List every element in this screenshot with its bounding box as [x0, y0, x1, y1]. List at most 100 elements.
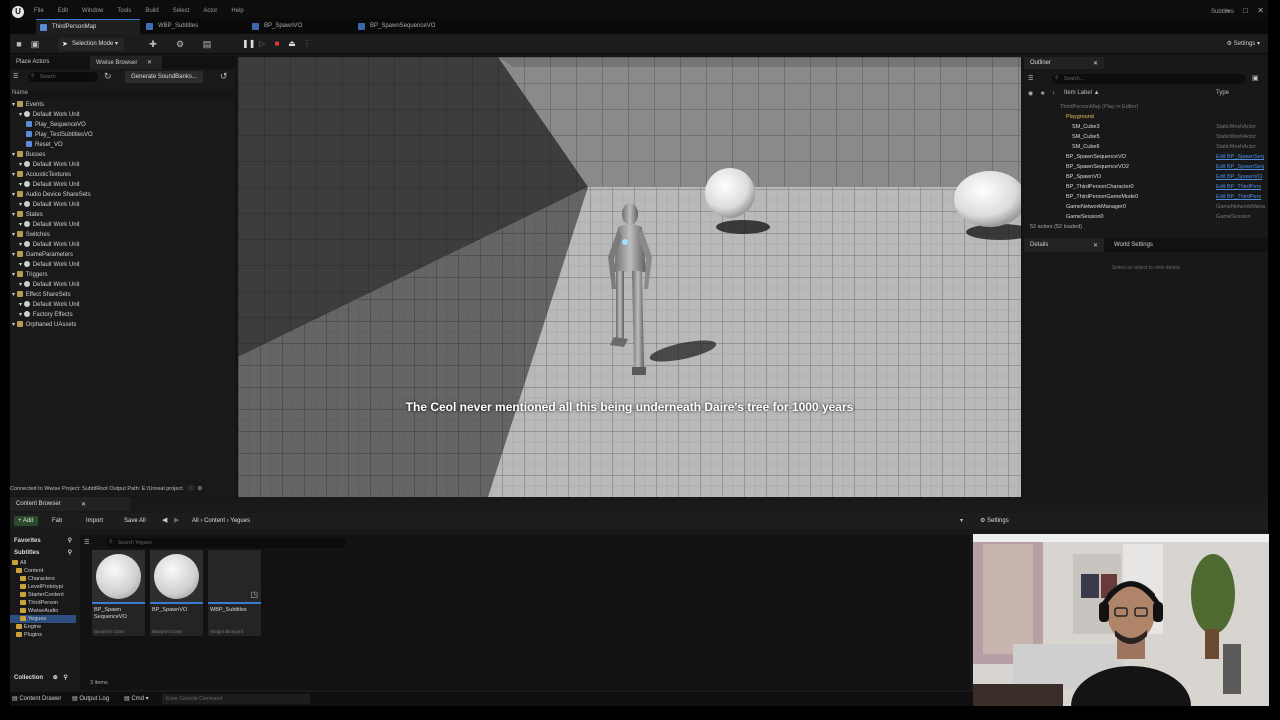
output-log-button[interactable]: ▤ Output Log: [72, 695, 109, 702]
tree-item[interactable]: ▾ Default Work Unit: [10, 280, 235, 290]
generate-soundbanks-button[interactable]: Generate SoundBanks...: [125, 71, 203, 83]
expand-arrow-icon[interactable]: ▾: [12, 192, 17, 198]
tree-item[interactable]: ▾ Busses: [10, 150, 235, 160]
filter-icon[interactable]: ☰: [13, 73, 18, 80]
tree-item[interactable]: ▾ Audio Device ShareSets: [10, 190, 235, 200]
chevron-down-icon[interactable]: ▾: [960, 517, 963, 524]
pause-icon[interactable]: ❚❚: [242, 38, 255, 50]
tree-item[interactable]: ▾ Default Work Unit: [10, 200, 235, 210]
edit-blueprint-link[interactable]: Edit BP_SpawnSeq: [1216, 152, 1264, 162]
edit-blueprint-link[interactable]: Edit BP_ThirdPers: [1216, 192, 1261, 202]
outliner-row[interactable]: SM_Cube5 StaticMeshActor: [1024, 132, 1268, 142]
tree-item[interactable]: ▾ Default Work Unit: [10, 110, 235, 120]
tree-item[interactable]: ▾ Triggers: [10, 270, 235, 280]
folder-item[interactable]: LevelPrototypi: [10, 583, 76, 591]
item-label-column[interactable]: Item Label ▲: [1064, 90, 1100, 96]
add-button[interactable]: + Add: [14, 516, 38, 526]
folder-item[interactable]: StarterContent: [10, 591, 76, 599]
outliner-row[interactable]: GameNetworkManager0 GameNetworkMana: [1024, 202, 1268, 212]
outliner-row[interactable]: BP_SpawnSequenceVO2 Edit BP_SpawnSeq: [1024, 162, 1268, 172]
close-tab-icon[interactable]: ✕: [81, 501, 86, 508]
asset-search-input[interactable]: ⚲ Search Yegues: [106, 538, 346, 548]
console-input[interactable]: Enter Console Command: [162, 694, 310, 704]
menu-select[interactable]: Select: [173, 8, 190, 14]
expand-arrow-icon[interactable]: ▾: [19, 162, 24, 168]
tree-item[interactable]: ▾ Default Work Unit: [10, 240, 235, 250]
close-icon[interactable]: ✕: [1257, 6, 1264, 15]
tree-item[interactable]: Play_TestSubtitlesVO: [10, 130, 235, 140]
level-viewport[interactable]: The Ceol never mentioned all this being …: [238, 57, 1021, 497]
minimize-icon[interactable]: –: [1226, 6, 1230, 15]
expand-arrow-icon[interactable]: ▾: [12, 152, 17, 158]
gear-icon[interactable]: ⚙: [197, 486, 202, 492]
breadcrumb-item[interactable]: All: [192, 518, 199, 524]
tree-item[interactable]: ▾ Switches: [10, 230, 235, 240]
expand-arrow-icon[interactable]: ▾: [12, 232, 17, 238]
tree-item[interactable]: ▾ Orphaned UAssets: [10, 320, 235, 330]
expand-arrow-icon[interactable]: ▾: [12, 272, 17, 278]
cinematics-icon[interactable]: ▤: [202, 39, 212, 49]
folder-item[interactable]: Content: [10, 567, 76, 575]
tree-item[interactable]: ▾ Default Work Unit: [10, 260, 235, 270]
expand-arrow-icon[interactable]: ▾: [19, 182, 24, 188]
expand-arrow-icon[interactable]: ▾: [12, 172, 17, 178]
type-column[interactable]: Type: [1216, 90, 1229, 96]
save-all-button[interactable]: Save All: [120, 516, 150, 526]
expand-arrow-icon[interactable]: ▾: [19, 312, 24, 318]
menu-help[interactable]: Help: [231, 8, 243, 14]
close-tab-icon[interactable]: ✕: [1093, 242, 1098, 249]
outliner-row[interactable]: BP_SpawnVO Edit BP_SpawnVO: [1024, 172, 1268, 182]
expand-arrow-icon[interactable]: ▾: [19, 302, 24, 308]
fab-button[interactable]: Fab: [48, 516, 66, 526]
folder-item[interactable]: ThirdPerson: [10, 599, 76, 607]
folder-item[interactable]: All: [10, 559, 76, 567]
expand-arrow-icon[interactable]: ▾: [19, 262, 24, 268]
outliner-row[interactable]: SM_Cube6 StaticMeshActor: [1024, 142, 1268, 152]
menu-actor[interactable]: Actor: [203, 8, 217, 14]
expand-arrow-icon[interactable]: ▾: [12, 322, 17, 328]
blueprint-menu-icon[interactable]: ⚙: [175, 39, 185, 49]
tab-world-settings[interactable]: World Settings: [1108, 238, 1188, 252]
content-drawer-button[interactable]: ▤ Content Drawer: [12, 695, 61, 702]
add-content-icon[interactable]: ✚: [148, 39, 158, 49]
eject-icon[interactable]: ⏏: [287, 38, 297, 50]
tree-item[interactable]: ▾ Default Work Unit: [10, 160, 235, 170]
wwise-search-input[interactable]: ⚲ Search: [28, 72, 98, 82]
refresh-icon[interactable]: ↻: [104, 71, 112, 82]
search-icon[interactable]: ⚲: [68, 547, 72, 559]
tab-bp-spawnvo[interactable]: BP_SpawnVO: [248, 19, 352, 34]
search-icon[interactable]: ⚲: [68, 535, 72, 547]
tree-item[interactable]: ▾ Default Work Unit: [10, 180, 235, 190]
edit-blueprint-link[interactable]: Edit BP_SpawnVO: [1216, 172, 1262, 182]
outliner-row[interactable]: BP_ThirdPersonGameMode0 Edit BP_ThirdPers: [1024, 192, 1268, 202]
expand-arrow-icon[interactable]: ▾: [19, 282, 24, 288]
expand-arrow-icon[interactable]: ▾: [12, 252, 17, 258]
asset-tile[interactable]: BP_Spawn SequenceVO Blueprint Class: [92, 550, 145, 636]
expand-arrow-icon[interactable]: ▾: [12, 102, 17, 108]
back-icon[interactable]: ◀: [162, 516, 167, 524]
tree-item[interactable]: ▾ Factory Effects: [10, 310, 235, 320]
settings-button[interactable]: ⚙ Settings ▾: [1227, 40, 1260, 47]
close-tab-icon[interactable]: ✕: [147, 60, 152, 66]
search-icon[interactable]: ⚲: [63, 675, 67, 681]
tab-details[interactable]: Details ✕: [1024, 238, 1104, 252]
edit-blueprint-link[interactable]: Edit BP_SpawnSeq: [1216, 162, 1264, 172]
expand-arrow-icon[interactable]: ▾: [12, 212, 17, 218]
folder-item[interactable]: Plugins: [10, 631, 76, 639]
outliner-search-input[interactable]: ⚲ Search...: [1052, 74, 1246, 84]
expand-arrow-icon[interactable]: ▾: [12, 292, 17, 298]
menu-window[interactable]: Window: [82, 8, 103, 14]
folder-item[interactable]: Characters: [10, 575, 76, 583]
tab-wbp-subtitles[interactable]: WBP_Subtitles: [142, 19, 246, 34]
menu-edit[interactable]: Edit: [58, 8, 68, 14]
menu-file[interactable]: File: [34, 8, 44, 14]
tree-item[interactable]: ▾ Default Work Unit: [10, 300, 235, 310]
project-header[interactable]: Subtitles ⚲: [10, 547, 76, 559]
play-options-icon[interactable]: ⋮: [302, 38, 312, 50]
folder-item[interactable]: Yegues: [10, 615, 76, 623]
expand-arrow-icon[interactable]: ▾: [19, 222, 24, 228]
pin-icon[interactable]: ↓: [1052, 90, 1055, 96]
help-icon[interactable]: ⓘ: [188, 486, 194, 492]
tree-item[interactable]: Play_SequenceVO: [10, 120, 235, 130]
forward-icon[interactable]: ▶: [174, 516, 179, 524]
